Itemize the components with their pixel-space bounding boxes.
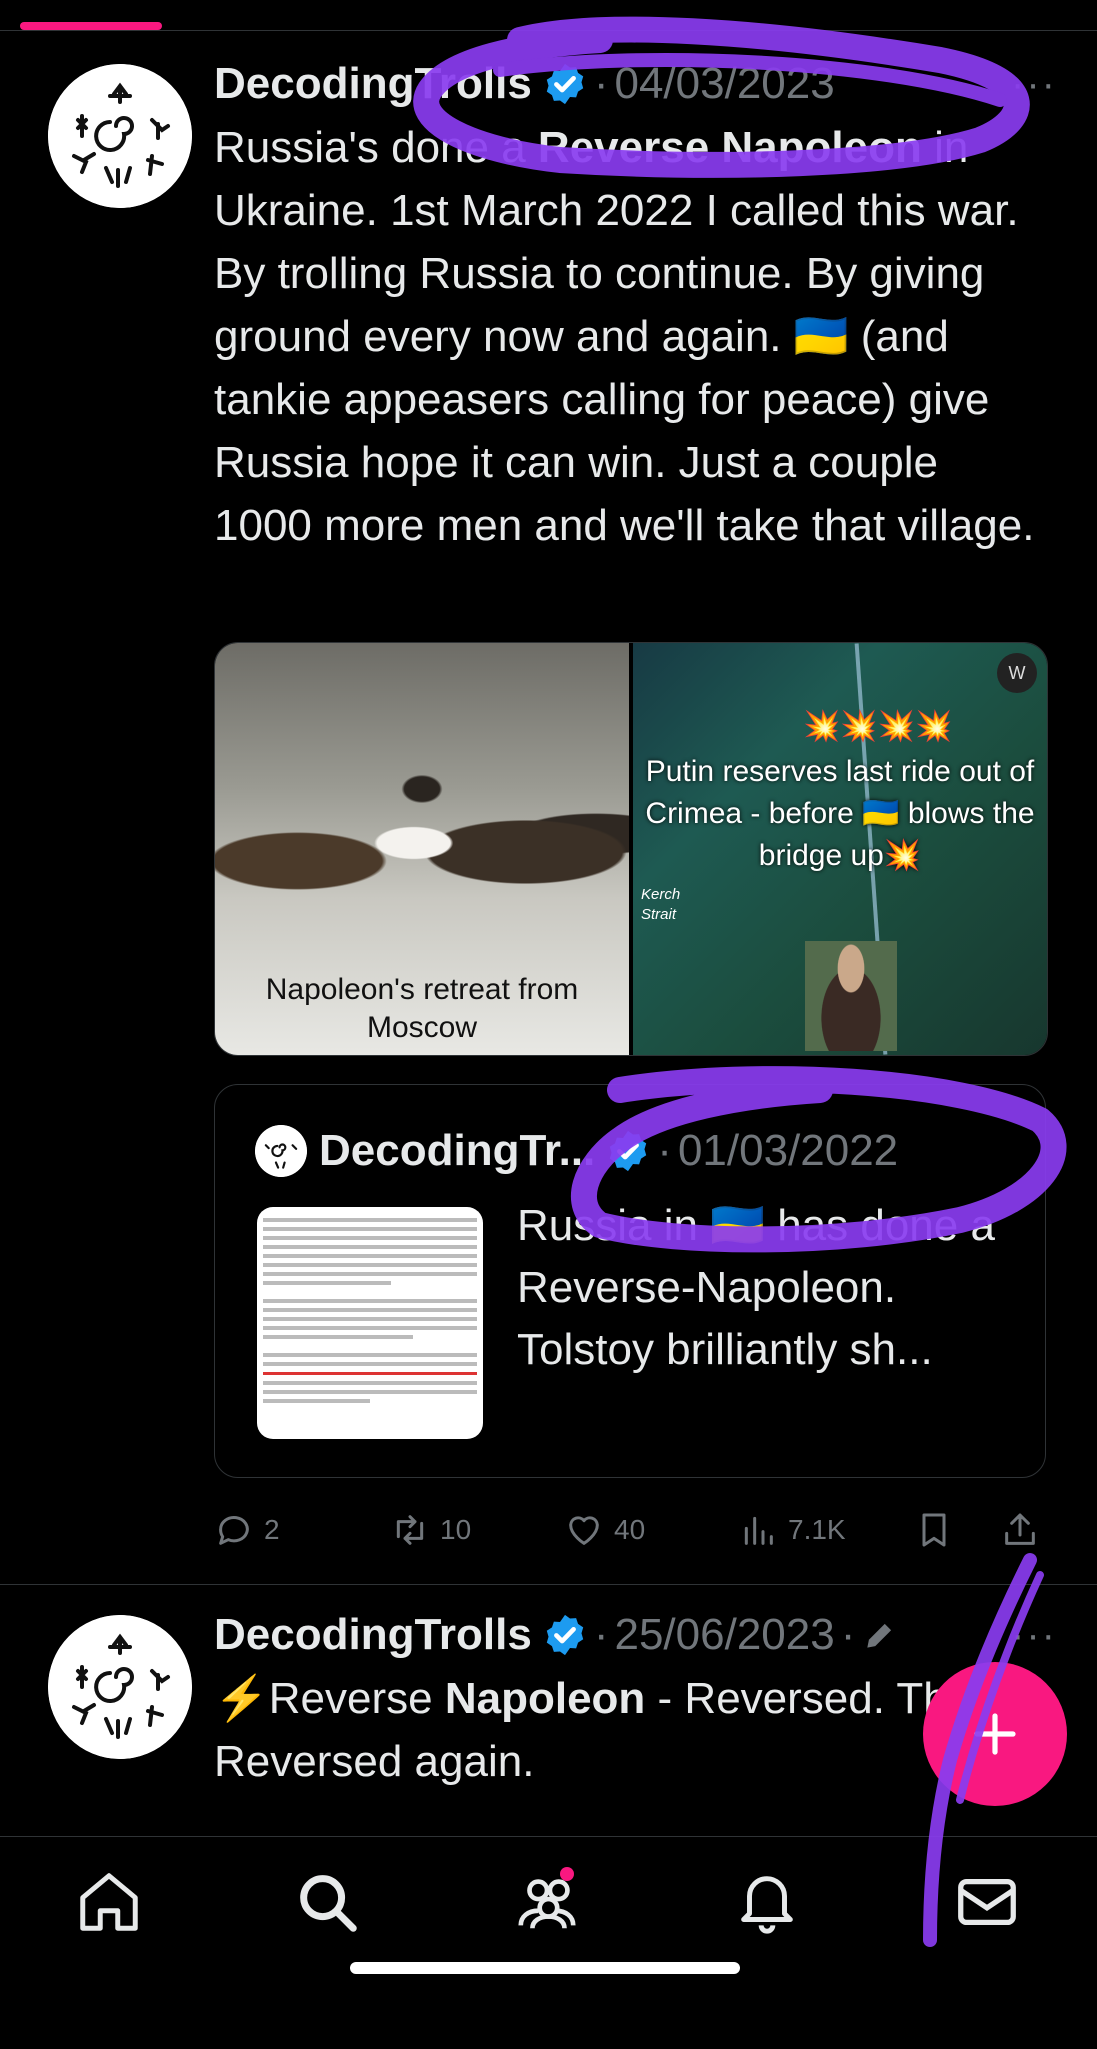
quoted-thumbnail — [257, 1207, 483, 1439]
separator: · — [593, 59, 609, 108]
home-indicator — [350, 1962, 740, 1974]
heart-icon — [569, 1516, 599, 1545]
search-icon[interactable] — [292, 1867, 362, 1937]
views-button[interactable]: 7.1K — [738, 1500, 846, 1560]
reply-button[interactable]: 2 — [214, 1500, 280, 1560]
tweet-text-bold: Reverse Napoleon — [537, 123, 922, 172]
bookmark-icon — [922, 1513, 946, 1547]
tweet-text-bold: Napoleon — [444, 1674, 646, 1723]
notifications-icon[interactable] — [732, 1867, 802, 1937]
media-image-crimea[interactable]: W 💥💥💥💥 Putin reserves last ride out of C… — [633, 643, 1047, 1055]
tweet-text-part: ⚡️Reverse — [214, 1674, 445, 1723]
home-icon[interactable] — [74, 1867, 144, 1937]
tweet-text: ⚡️Reverse Napoleon - Reversed. Then, Rev… — [214, 1667, 1044, 1793]
separator: · — [593, 1610, 609, 1659]
plus-icon — [974, 1713, 1016, 1755]
more-options-icon[interactable]: ··· — [1011, 62, 1057, 107]
views-icon — [744, 1516, 773, 1545]
map-label: Kerch Strait — [641, 886, 681, 923]
share-icon — [1005, 1513, 1035, 1545]
quoted-date: 01/03/2022 — [677, 1126, 899, 1175]
avatar[interactable] — [48, 1615, 192, 1759]
like-count: 40 — [614, 1514, 646, 1545]
retweet-button[interactable]: 10 — [390, 1500, 471, 1560]
bookmark-button[interactable] — [914, 1500, 964, 1560]
painting-figures — [215, 753, 629, 933]
tweet-media[interactable]: Napoleon's retreat from Moscow W 💥💥💥💥 Pu… — [214, 642, 1048, 1056]
bottom-navigation — [0, 1836, 1097, 2049]
verified-badge-icon — [546, 63, 584, 105]
tweet-date[interactable]: 04/03/2023 — [614, 59, 834, 109]
tweet-header: DecodingTrolls · 04/03/2023 — [214, 54, 835, 114]
media-caption: Putin reserves last ride out of Crimea -… — [645, 755, 1035, 872]
quoted-author-name: DecodingTr... — [319, 1126, 596, 1175]
quoted-text: Russia in 🇺🇦 has done a Reverse-Napoleon… — [517, 1201, 995, 1374]
watermark-icon: W — [997, 653, 1037, 693]
messages-icon[interactable] — [952, 1867, 1022, 1937]
reply-icon — [219, 1516, 249, 1545]
tweet-text-part: Russia's done a — [214, 123, 538, 172]
media-image-napoleon[interactable]: Napoleon's retreat from Moscow — [215, 643, 629, 1055]
more-options-icon[interactable]: ··· — [1011, 1613, 1057, 1658]
reply-count: 2 — [264, 1514, 280, 1545]
tweet-date[interactable]: 25/06/2023 — [614, 1610, 834, 1660]
separator: · — [840, 1610, 856, 1659]
author-name[interactable]: DecodingTrolls — [214, 1610, 532, 1660]
avatar[interactable] — [48, 64, 192, 208]
author-name[interactable]: DecodingTrolls — [214, 59, 532, 109]
explosion-icons: 💥💥💥💥 — [803, 710, 953, 743]
tweet-text-part: in Ukraine. 1st March 2022 I called this… — [214, 123, 1035, 550]
share-button[interactable] — [1000, 1500, 1050, 1560]
tweet[interactable]: DecodingTrolls · 04/03/2023 ··· Russia's… — [0, 0, 1097, 1584]
tweet-header: DecodingTrolls · 25/06/2023 · — [214, 1605, 899, 1665]
tweet-actions: 2 10 40 7.1K — [214, 1500, 1044, 1560]
media-caption: Napoleon's retreat from Moscow — [265, 973, 579, 1044]
unread-dot — [560, 1867, 574, 1881]
verified-badge-icon — [610, 1130, 647, 1172]
rider-photo — [805, 941, 897, 1051]
edited-pencil-icon — [867, 1623, 892, 1648]
quoted-tweet[interactable]: DecodingTr... · 01/03/2022 Russia in 🇺🇦 … — [214, 1084, 1046, 1478]
quoted-avatar — [255, 1125, 307, 1177]
retweet-count: 10 — [440, 1514, 472, 1545]
tweet-text: Russia's done a Reverse Napoleon in Ukra… — [214, 116, 1044, 557]
retweet-icon — [396, 1515, 424, 1545]
views-count: 7.1K — [788, 1514, 846, 1545]
like-button[interactable]: 40 — [564, 1500, 645, 1560]
separator: · — [657, 1126, 672, 1175]
verified-badge-icon — [546, 1614, 584, 1656]
quoted-header: DecodingTr... · 01/03/2022 — [319, 1121, 898, 1181]
compose-button[interactable] — [923, 1662, 1067, 1806]
